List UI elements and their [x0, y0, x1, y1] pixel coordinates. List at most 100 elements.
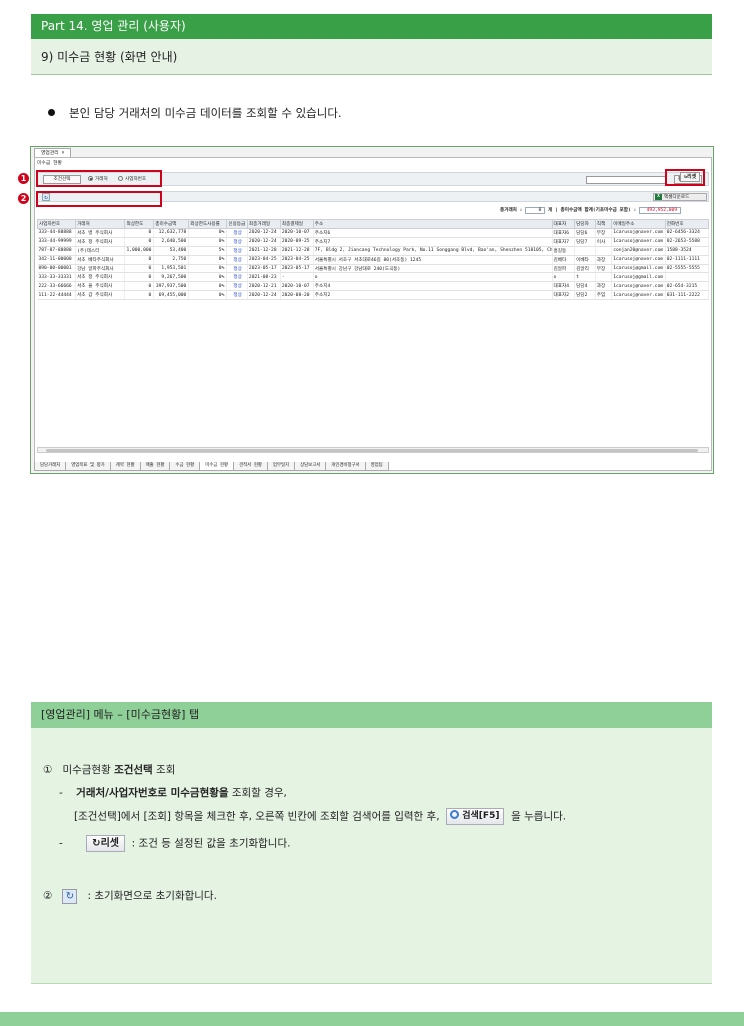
- table-cell: 031-111-2222: [665, 290, 710, 301]
- bottom-tab[interactable]: 매출 현황: [139, 462, 171, 471]
- bullet-icon: [48, 109, 55, 116]
- column-header[interactable]: 외상한도사용률: [188, 219, 228, 229]
- table-cell: 1carusoj@gmail.com: [611, 264, 666, 274]
- top-tabbar: 영업관리 ×: [34, 148, 72, 157]
- column-header[interactable]: 사업자번호: [36, 219, 77, 229]
- table-cell: 02-5555-5555: [665, 264, 710, 274]
- table-cell: 787-87-88888: [37, 246, 77, 256]
- bottom-tab[interactable]: 미수금 현황: [199, 462, 235, 471]
- column-header[interactable]: 최종거래일: [246, 219, 281, 229]
- search-button-sample: 검색[F5]: [446, 808, 505, 825]
- table-cell: 대표자2: [552, 290, 576, 301]
- table-cell: 02-654-3215: [665, 281, 710, 292]
- table-cell: 과장: [595, 255, 613, 265]
- help-item-1-title: ① 미수금현황 조건선택 조회: [43, 764, 176, 776]
- table-cell: [595, 272, 613, 283]
- table-cell: 서울특별시 강남구 강남대로 240(도곡동): [313, 264, 553, 274]
- table-cell: 53,400: [153, 246, 190, 256]
- table-cell: 0: [124, 255, 155, 265]
- bottom-tab[interactable]: 업무일지: [266, 462, 296, 471]
- table-cell: 02-2653-5588: [665, 237, 710, 247]
- table-cell: 69,455,000: [153, 290, 190, 301]
- column-header[interactable]: 신용등급: [226, 219, 248, 229]
- table-cell: 대표자7: [552, 237, 576, 247]
- table-row[interactable]: 111-22-44444 서초 갑 주식회사 0 69,455,000 0% 정상 2020…: [37, 290, 710, 301]
- table-cell: 0%: [188, 290, 228, 301]
- table-cell: 주소지7: [313, 237, 553, 247]
- table-cell: 2023-04-25: [247, 255, 281, 265]
- table-cell: 부장: [595, 228, 613, 238]
- intro-text: 본인 담당 거래처의 미수금 데이터를 조회할 수 있습니다.: [69, 106, 342, 120]
- bottom-tab[interactable]: 계약 현황: [109, 462, 141, 471]
- receivables-table: 사업자번호 거래처 외상한도 총미수금액 외상한도사용률 신용등급 최종거래일 최종결제일 주소…: [36, 219, 710, 301]
- column-header[interactable]: 외상한도: [124, 219, 155, 229]
- table-row[interactable]: 787-87-88888 (주)테스터 1,000,000 53,400 5% 정상 202…: [37, 246, 710, 256]
- column-header[interactable]: 거래처: [75, 219, 126, 229]
- table-row[interactable]: 222-33-66666 서초 을 주식회사 0 397,937,500 0% 정상 202…: [37, 281, 710, 292]
- table-row[interactable]: 090-00-00001 강남 알파주식회사 0 1,953,501 0% 정상 2023-…: [37, 264, 710, 274]
- table-cell: 이베타: [574, 255, 596, 265]
- bottom-tab[interactable]: 개인경비청구서: [325, 462, 366, 471]
- table-cell: 강남 알파주식회사: [75, 264, 126, 274]
- table-cell: 0%: [188, 228, 228, 238]
- table-cell: 정상: [226, 255, 248, 265]
- help-body: ① 미수금현황 조건선택 조회 - 거래처/사업자번호로 미수금현황을 조회할 …: [31, 728, 712, 984]
- column-header[interactable]: 최종결제일: [279, 219, 314, 229]
- table-cell: o: [552, 272, 576, 283]
- annotation-box-1: [36, 170, 162, 187]
- bottom-tab[interactable]: 영업팀: [364, 462, 389, 471]
- bottom-tab[interactable]: 수금 현황: [169, 462, 201, 471]
- help-item-2: ② ↻ : 초기화면으로 초기화합니다.: [43, 888, 217, 904]
- table-cell: 김알리: [574, 264, 596, 274]
- table-cell: [665, 272, 710, 283]
- table-cell: 12,632,778: [153, 228, 190, 238]
- table-cell: 정상: [226, 272, 248, 283]
- table-cell: -: [280, 272, 314, 283]
- table-cell: 2021-08-23: [247, 272, 281, 283]
- table-cell: 이사: [595, 237, 613, 247]
- table-cell: 1,953,501: [153, 264, 190, 274]
- table-cell: 정상: [226, 246, 248, 256]
- horizontal-scrollbar[interactable]: [37, 447, 709, 453]
- table-body: 333-44-88888 서초 병 주식회사 0 12,632,778 0% 정상 2020…: [37, 228, 710, 301]
- search-icon: [450, 810, 460, 819]
- table-cell: 서초 병 주식회사: [75, 228, 126, 238]
- panel-title: 미수금 현황: [37, 161, 62, 166]
- bottom-tab[interactable]: 견적서 현황: [233, 462, 268, 471]
- excel-download-button[interactable]: X 엑셀다운로드: [653, 193, 707, 201]
- bottom-tab[interactable]: 상담보고서: [294, 462, 327, 471]
- table-cell: 0%: [188, 281, 228, 292]
- section-header: 9) 미수금 현황 (화면 안내): [31, 39, 712, 75]
- search-input[interactable]: [586, 176, 666, 184]
- column-header[interactable]: 대표자: [551, 219, 576, 229]
- annotation-box-search-reset: [665, 169, 705, 186]
- table-cell: 2020-10-07: [280, 281, 314, 292]
- table-row[interactable]: 333-44-88888 서초 병 주식회사 0 12,632,778 0% 정상 2020…: [37, 228, 710, 238]
- table-cell: 2023-05-17: [247, 264, 281, 274]
- table-row[interactable]: 333-44-99999 서초 정 주식회사 0 2,640,500 0% 정상 2020-…: [37, 237, 710, 247]
- table-row[interactable]: 333-33-33331 서초 정 주식회사 0 9,267,500 0% 정상 2021-…: [37, 272, 710, 283]
- tab-sales-management[interactable]: 영업관리 ×: [34, 148, 72, 157]
- scrollbar-thumb[interactable]: [46, 449, 698, 452]
- table-cell: 2020-12-24: [247, 228, 281, 238]
- table-cell: 주소지2: [313, 290, 553, 301]
- table-cell: 2021-12-28: [280, 246, 314, 256]
- table-cell: 2020-12-24: [247, 237, 281, 247]
- table-cell: 397,937,500: [153, 281, 190, 292]
- table-cell: 0: [124, 264, 155, 274]
- column-header[interactable]: 담당자: [574, 219, 596, 229]
- table-cell: 정상: [226, 281, 248, 292]
- table-cell: 2,640,500: [153, 237, 190, 247]
- table-cell: 정상: [226, 228, 248, 238]
- table-row[interactable]: 342-11-00000 서초 베타주식회사 0 2,750 0% 정상 2023-04-2…: [37, 255, 710, 265]
- table-cell: (주)테스터: [75, 246, 126, 256]
- bottom-tab[interactable]: 담당거래처: [34, 462, 67, 471]
- column-header[interactable]: 총미수금액: [153, 219, 190, 229]
- bottom-tab[interactable]: 영업목표 및 평가: [65, 462, 111, 471]
- column-header[interactable]: 주소: [312, 219, 553, 229]
- column-header[interactable]: 전화번호: [664, 219, 710, 229]
- table-cell: 2023-04-25: [280, 255, 314, 265]
- column-header[interactable]: 직책: [594, 219, 613, 229]
- table-cell: 0%: [188, 272, 228, 283]
- column-header[interactable]: 이메일주소: [611, 219, 666, 229]
